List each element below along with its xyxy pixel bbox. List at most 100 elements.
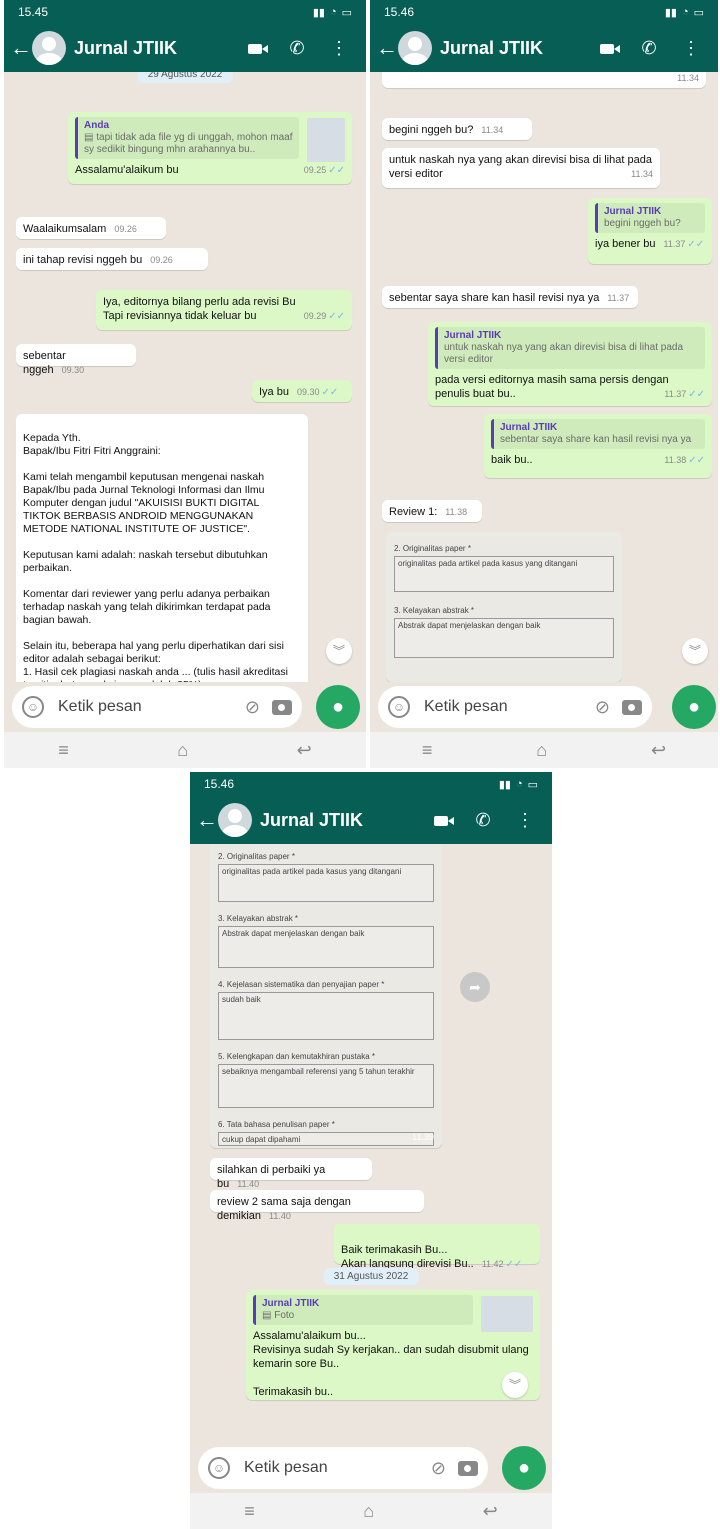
menu-nav-icon[interactable]: ≡ (422, 740, 433, 761)
avatar[interactable] (398, 31, 432, 65)
message-input[interactable]: ☺ Ketik pesan ⊘ (198, 1447, 488, 1489)
emoji-icon[interactable]: ☺ (22, 696, 44, 718)
more-menu-icon[interactable]: ⋮ (318, 38, 360, 59)
chat-area[interactable]: 2. Originalitas paper * originalitas pad… (190, 844, 552, 1443)
screen-1: 15.45 ▮▮ ◔ ▭ ← Jurnal JTIIK ✆ ⋮ 29 Agustus… (4, 0, 366, 768)
status-icons: ▮▮ ◔ ▭ (499, 778, 538, 791)
review-form-image[interactable]: 2. Originalitas paper * originalitas pad… (210, 844, 442, 1148)
quoted-reply[interactable]: Jurnal JTIIK ▤ Foto (253, 1295, 473, 1325)
emoji-icon[interactable]: ☺ (208, 1457, 230, 1479)
wifi-icon: ◔ (329, 6, 337, 18)
quoted-reply[interactable]: Anda ▤ tapi tidak ada file yg di unggah,… (75, 117, 299, 159)
message-incoming[interactable]: ini tahap revisi nggeh bu 09.26 (16, 248, 208, 270)
message-input[interactable]: ☺ Ketik pesan ⊘ (378, 686, 652, 728)
scroll-down-icon[interactable]: ︾ (326, 638, 352, 664)
form-answer: cukup dapat dipahami (218, 1132, 434, 1146)
chat-area[interactable]: 11.34 begini nggeh bu? 11.34 untuk naskah… (370, 72, 718, 682)
more-menu-icon[interactable]: ⋮ (504, 810, 546, 831)
message-text: ini tahap revisi nggeh bu (23, 254, 143, 266)
share-forward-icon[interactable]: ➦ (460, 972, 490, 1002)
message-time: 11.37 (607, 293, 630, 303)
quoted-reply[interactable]: Jurnal JTIIK untuk naskah nya yang akan … (435, 327, 705, 369)
message-time: 11.37 (663, 239, 686, 249)
message-text: Review 1: (389, 506, 438, 518)
phone-call-icon[interactable]: ✆ (628, 38, 670, 59)
avatar[interactable] (218, 803, 252, 837)
input-placeholder[interactable]: Ketik pesan (424, 698, 583, 716)
mic-button[interactable]: ● (502, 1446, 546, 1490)
attach-icon[interactable]: ⊘ (245, 697, 260, 718)
back-arrow-icon[interactable]: ← (376, 35, 398, 61)
message-outgoing[interactable]: Jurnal JTIIK begini nggeh bu? iya bener … (588, 198, 712, 264)
phone-call-icon[interactable]: ✆ (276, 38, 318, 59)
back-nav-icon[interactable]: ↩ (651, 740, 666, 761)
mic-button[interactable]: ● (316, 685, 360, 729)
contact-name[interactable]: Jurnal JTIIK (440, 38, 586, 59)
message-incoming-long[interactable]: Kepada Yth. Bapak/Ibu Fitri Fitri Anggra… (16, 414, 308, 682)
battery-icon: ▭ (341, 6, 352, 19)
quoted-reply[interactable]: Jurnal JTIIK sebentar saya share kan has… (491, 419, 705, 449)
emoji-icon[interactable]: ☺ (388, 696, 410, 718)
message-incoming[interactable]: begini nggeh bu? 11.34 (382, 118, 532, 140)
input-placeholder[interactable]: Ketik pesan (58, 698, 233, 716)
message-incoming[interactable]: sebentar saya share kan hasil revisi nya… (382, 286, 638, 308)
form-answer: sebaiknya mengambail referensi yang 5 ta… (218, 1064, 434, 1108)
message-time: 09.29 (303, 311, 327, 321)
quoted-reply[interactable]: Jurnal JTIIK begini nggeh bu? (595, 203, 705, 233)
message-outgoing[interactable]: Jurnal JTIIK ▤ Foto Assalamu'alaikum bu.… (246, 1290, 540, 1400)
video-call-icon[interactable] (586, 38, 628, 59)
input-placeholder[interactable]: Ketik pesan (244, 1459, 419, 1477)
message-outgoing[interactable]: Jurnal JTIIK sebentar saya share kan has… (484, 414, 712, 478)
back-nav-icon[interactable]: ↩ (483, 1501, 498, 1522)
message-time: 11.38 (664, 455, 687, 465)
back-nav-icon[interactable]: ↩ (297, 740, 312, 761)
more-menu-icon[interactable]: ⋮ (670, 38, 712, 59)
message-outgoing[interactable]: Iya bu 09.30 ✓✓ (252, 380, 352, 402)
message-incoming[interactable]: review 2 sama saja dengan demikian 11.40 (210, 1190, 424, 1222)
chat-header: ← Jurnal JTIIK ✆ ⋮ (370, 24, 718, 72)
camera-icon[interactable] (272, 699, 292, 715)
attach-icon[interactable]: ⊘ (595, 697, 610, 718)
message-time: 11.40 (269, 1211, 291, 1221)
home-nav-icon[interactable]: ⌂ (363, 1501, 374, 1522)
attach-icon[interactable]: ⊘ (431, 1458, 446, 1479)
review-form-image[interactable]: 2. Originalitas paper * originalitas pad… (386, 532, 622, 682)
form-answer: Abstrak dapat menjelaskan dengan baik (394, 618, 614, 658)
video-call-icon[interactable] (420, 810, 462, 831)
message-incoming[interactable]: silahkan di perbaiki ya bu 11.40 (210, 1158, 372, 1190)
back-arrow-icon[interactable]: ← (10, 35, 32, 61)
read-ticks-icon: ✓✓ (687, 239, 705, 250)
status-bar: 15.46 ▮▮ ◔ ▭ (190, 772, 552, 796)
signal-icon: ▮▮ (498, 778, 511, 791)
message-text: untuk naskah nya yang akan direvisi bisa… (389, 154, 652, 180)
message-input[interactable]: ☺ Ketik pesan ⊘ (12, 686, 302, 728)
chat-area[interactable]: 29 Agustus 2022 Anda ▤ tapi tidak ada fi… (4, 72, 366, 682)
scroll-down-icon[interactable]: ︾ (682, 638, 708, 664)
mic-button[interactable]: ● (672, 685, 716, 729)
message-outgoing[interactable]: Jurnal JTIIK untuk naskah nya yang akan … (428, 322, 712, 406)
home-nav-icon[interactable]: ⌂ (177, 740, 188, 761)
menu-nav-icon[interactable]: ≡ (244, 1501, 255, 1522)
quote-text: ▤ tapi tidak ada file yg di unggah, moho… (84, 132, 293, 155)
message-incoming[interactable]: untuk naskah nya yang akan direvisi bisa… (382, 148, 660, 188)
menu-nav-icon[interactable]: ≡ (58, 740, 69, 761)
camera-icon[interactable] (622, 699, 642, 715)
camera-icon[interactable] (458, 1460, 478, 1476)
video-call-icon[interactable] (234, 38, 276, 59)
message-outgoing[interactable]: Baik terimakasih Bu... Akan langsung dir… (334, 1224, 540, 1270)
contact-name[interactable]: Jurnal JTIIK (260, 810, 420, 831)
avatar[interactable] (32, 31, 66, 65)
message-text: Kepada Yth. Bapak/Ibu Fitri Fitri Anggra… (23, 432, 288, 682)
contact-name[interactable]: Jurnal JTIIK (74, 38, 234, 59)
message-incoming[interactable]: sebentar nggeh 09.30 (16, 344, 136, 376)
message-incoming[interactable]: Review 1: 11.38 (382, 500, 482, 522)
message-outgoing[interactable]: Anda ▤ tapi tidak ada file yg di unggah,… (68, 112, 352, 184)
message-incoming[interactable]: 11.34 (382, 72, 706, 88)
message-outgoing[interactable]: Iya, editornya bilang perlu ada revisi B… (96, 290, 352, 330)
compose-bar: ☺ Ketik pesan ⊘ ● (370, 682, 718, 732)
scroll-down-icon[interactable]: ︾ (502, 1372, 528, 1398)
back-arrow-icon[interactable]: ← (196, 807, 218, 833)
message-incoming[interactable]: Waalaikumsalam 09.26 (16, 217, 166, 239)
phone-call-icon[interactable]: ✆ (462, 810, 504, 831)
home-nav-icon[interactable]: ⌂ (536, 740, 547, 761)
